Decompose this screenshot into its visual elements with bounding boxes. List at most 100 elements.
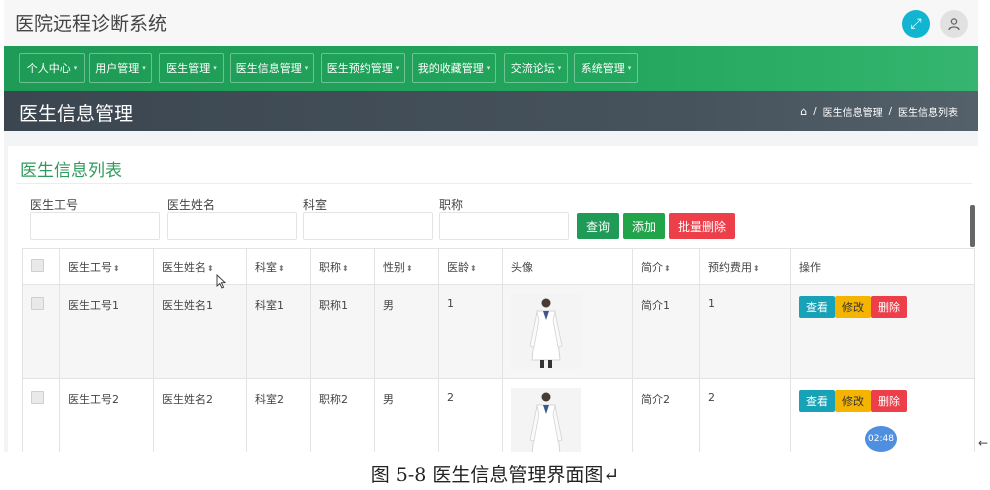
filter-label-title: 职称 — [439, 198, 464, 212]
doctor-table: 医生工号⬍ 医生姓名⬍ 科室⬍ 职称⬍ 性别⬍ 医龄⬍ 头像 简介⬍ 预约费用⬍… — [22, 248, 975, 452]
time-badge: 02:48 — [865, 426, 897, 452]
view-button[interactable]: 查看 — [799, 296, 835, 318]
chevron-down-icon: ▾ — [304, 64, 309, 72]
column-header[interactable]: 简介⬍ — [632, 248, 700, 285]
cell-job-title: 职称2 — [310, 378, 375, 452]
main-nav: 个人中心 ▾ 用户管理 ▾ 医生管理 ▾ 医生信息管理 ▾ 医生预约管理 ▾ 我的收藏管理… — [4, 46, 978, 91]
sort-icon[interactable]: ⬍ — [342, 264, 349, 273]
nav-doctor-info-management[interactable]: 医生信息管理 ▾ — [230, 53, 314, 83]
nav-forum[interactable]: 交流论坛 ▾ — [504, 53, 568, 83]
nav-label: 交流论坛 — [510, 62, 555, 75]
nav-label: 个人中心 — [26, 62, 71, 75]
select-cell — [22, 284, 60, 379]
column-header[interactable]: 科室⬍ — [246, 248, 311, 285]
nav-label: 系统管理 — [580, 62, 625, 75]
select-cell — [22, 378, 60, 452]
table-header-row: 医生工号⬍ 医生姓名⬍ 科室⬍ 职称⬍ 性别⬍ 医龄⬍ 头像 简介⬍ 预约费用⬍… — [22, 248, 975, 285]
app-title: 医院远程诊断系统 — [15, 13, 168, 35]
doctor-avatar-image — [511, 294, 581, 369]
breadcrumb-current: 医生信息列表 — [898, 108, 958, 119]
cell-intro: 简介2 — [632, 378, 700, 452]
doctor-avatar-image — [511, 388, 581, 452]
arrow-left-icon: ← — [978, 436, 989, 450]
cell-department: 科室1 — [246, 284, 311, 379]
cell-avatar — [502, 378, 633, 452]
cell-fee: 1 — [699, 284, 791, 379]
delete-button[interactable]: 删除 — [871, 296, 907, 318]
select-all-cell — [22, 248, 60, 285]
select-all-checkbox[interactable] — [31, 258, 44, 272]
table-row: 医生工号1 医生姓名1 科室1 职称1 男 1 简介1 1 查看 修改 删除 — [22, 284, 975, 379]
delete-button[interactable]: 删除 — [871, 390, 907, 412]
cell-years: 1 — [438, 284, 503, 379]
doctor-name-input[interactable] — [167, 212, 297, 240]
sort-icon[interactable]: ⬍ — [664, 264, 671, 273]
cell-intro: 简介1 — [632, 284, 700, 379]
add-button[interactable]: 添加 — [623, 213, 665, 239]
top-bar: 医院远程诊断系统 ⤢ — [4, 0, 978, 46]
chevron-down-icon: ▾ — [395, 64, 400, 72]
column-header[interactable]: 预约费用⬍ — [699, 248, 791, 285]
nav-doctor-management[interactable]: 医生管理 ▾ — [159, 53, 224, 83]
batch-delete-button[interactable]: 批量删除 — [669, 213, 735, 239]
column-header[interactable]: 医龄⬍ — [438, 248, 503, 285]
cell-actions: 查看 修改 删除 — [790, 284, 975, 379]
expand-icon[interactable]: ⤢ — [902, 10, 930, 38]
table-row: 医生工号2 医生姓名2 科室2 职称2 男 2 简介2 2 查看 修改 删除 — [22, 378, 975, 452]
nav-label: 医生预约管理 — [326, 62, 393, 75]
breadcrumb-item[interactable]: 医生信息管理 — [823, 104, 883, 119]
filter-label-name: 医生姓名 — [167, 198, 216, 212]
nav-label: 用户管理 — [95, 62, 140, 75]
doctor-id-input[interactable] — [30, 212, 160, 240]
figure-caption: 图 5-8 医生信息管理界面图↵ — [370, 464, 620, 486]
divider — [16, 183, 972, 184]
row-checkbox[interactable] — [31, 391, 44, 404]
column-header[interactable]: 性别⬍ — [374, 248, 439, 285]
sort-icon[interactable]: ⬍ — [753, 264, 760, 273]
query-button[interactable]: 查询 — [577, 213, 619, 239]
sort-icon[interactable]: ⬍ — [207, 264, 214, 273]
sort-icon[interactable]: ⬍ — [278, 264, 285, 273]
home-icon[interactable]: ⌂ — [800, 105, 807, 118]
job-title-input[interactable] — [439, 212, 569, 240]
edit-button[interactable]: 修改 — [835, 390, 871, 412]
nav-personal-center[interactable]: 个人中心 ▾ — [19, 53, 85, 83]
chevron-down-icon: ▾ — [73, 64, 78, 72]
row-actions: 查看 修改 删除 — [799, 296, 974, 318]
cell-job-title: 职称1 — [310, 284, 375, 379]
column-header[interactable]: 医生姓名⬍ — [153, 248, 247, 285]
sort-icon[interactable]: ⬍ — [470, 264, 477, 273]
sort-icon[interactable]: ⬍ — [113, 264, 120, 273]
cell-doctor-name: 医生姓名2 — [153, 378, 247, 452]
scrollbar[interactable] — [970, 205, 975, 247]
chevron-down-icon: ▾ — [557, 64, 562, 72]
nav-favorites-management[interactable]: 我的收藏管理 ▾ — [412, 53, 496, 83]
cell-years: 2 — [438, 378, 503, 452]
nav-system-management[interactable]: 系统管理 ▾ — [574, 53, 638, 83]
page-header: 医生信息管理 ⌂ / 医生信息管理 / 医生信息列表 — [4, 91, 978, 131]
column-header[interactable]: 职称⬍ — [310, 248, 375, 285]
column-header[interactable]: 医生工号⬍ — [59, 248, 154, 285]
user-icon[interactable] — [940, 10, 968, 38]
nav-user-management[interactable]: 用户管理 ▾ — [89, 53, 152, 83]
nav-appointment-management[interactable]: 医生预约管理 ▾ — [321, 53, 405, 83]
cell-fee: 2 — [699, 378, 791, 452]
chevron-down-icon: ▾ — [213, 64, 217, 72]
mouse-cursor-icon — [216, 273, 227, 293]
edit-button[interactable]: 修改 — [835, 296, 871, 318]
view-button[interactable]: 查看 — [799, 390, 835, 412]
department-input[interactable] — [303, 212, 433, 240]
column-header: 头像 — [502, 248, 633, 285]
column-header: 操作 — [790, 248, 975, 285]
cell-doctor-name: 医生姓名1 — [153, 284, 247, 379]
page-title: 医生信息管理 — [19, 103, 134, 125]
row-checkbox[interactable] — [31, 297, 44, 310]
nav-label: 医生管理 — [166, 62, 211, 75]
sort-icon[interactable]: ⬍ — [406, 264, 413, 273]
list-title: 医生信息列表 — [20, 161, 122, 181]
row-actions: 查看 修改 删除 — [799, 390, 974, 412]
list-card: 医生信息列表 医生工号 医生姓名 科室 职称 查询 添加 批量删除 医生工号⬍ … — [8, 146, 978, 452]
chevron-down-icon: ▾ — [142, 64, 146, 72]
nav-label: 医生信息管理 — [235, 62, 302, 75]
app-window: 医院远程诊断系统 ⤢ 个人中心 ▾ 用户管理 ▾ 医生管理 ▾ 医生信息管理 ▾ 医生预… — [4, 0, 978, 452]
